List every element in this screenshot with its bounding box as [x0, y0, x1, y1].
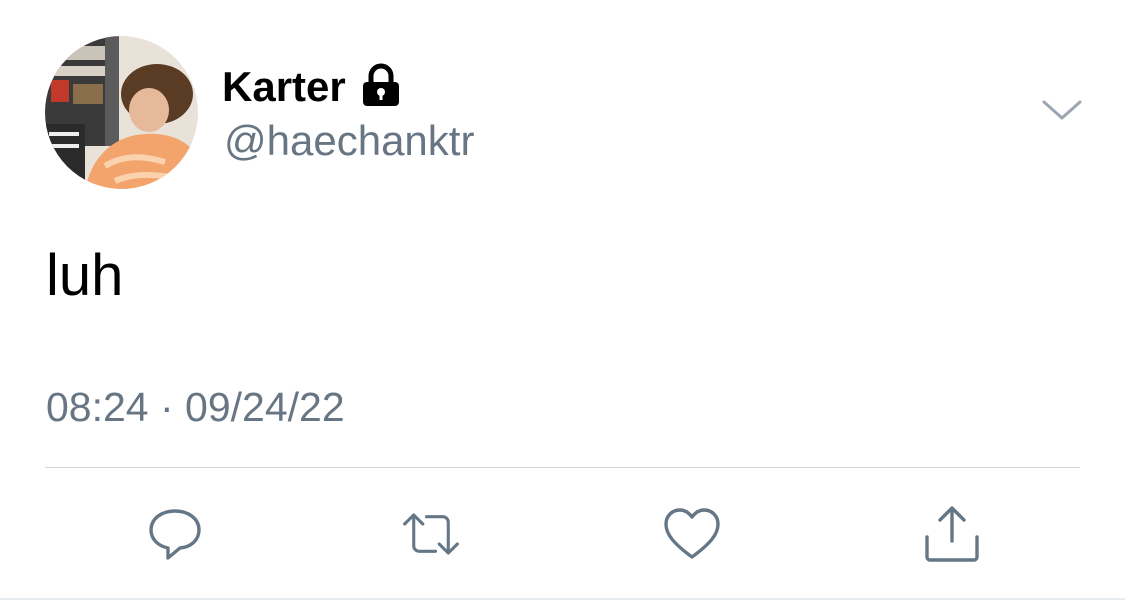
share-button[interactable] [922, 504, 982, 564]
tweet-timestamp[interactable]: 08:24 · 09/24/22 [46, 382, 345, 432]
display-name[interactable]: Karter [222, 62, 402, 112]
reply-button[interactable] [145, 504, 205, 564]
chevron-down-icon[interactable] [1040, 96, 1084, 126]
avatar[interactable] [45, 36, 198, 189]
divider [45, 467, 1080, 468]
heart-icon [664, 508, 720, 559]
tweet-text: luh [46, 243, 124, 308]
lock-icon [360, 63, 402, 107]
share-icon [925, 506, 979, 562]
avatar-image [45, 36, 198, 189]
like-button[interactable] [662, 504, 722, 564]
retweet-icon [403, 513, 459, 555]
display-name-text: Karter [222, 63, 346, 110]
reply-icon [149, 509, 201, 560]
retweet-button[interactable] [401, 504, 461, 564]
user-handle[interactable]: @haechanktr [224, 116, 474, 166]
bottom-border [0, 598, 1125, 600]
